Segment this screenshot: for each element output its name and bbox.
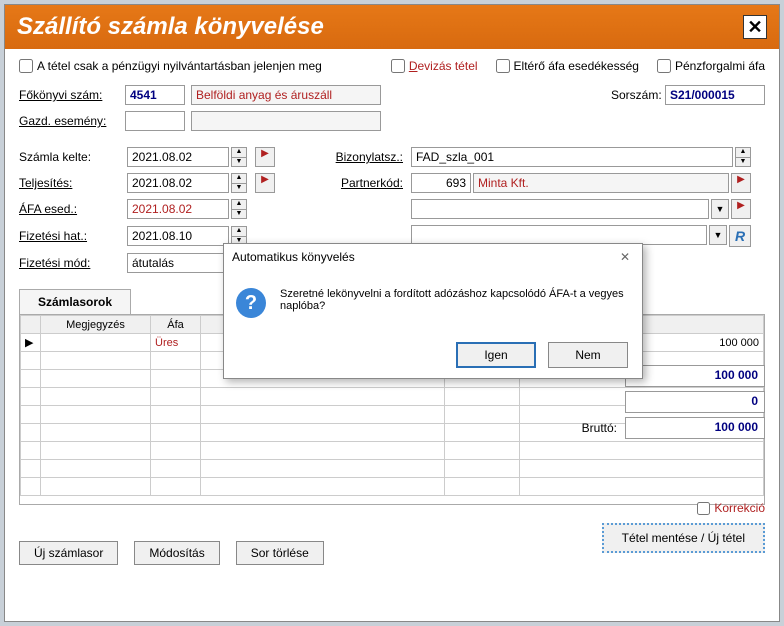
fizetesi-hat-label: Fizetési hat.: [19, 229, 119, 243]
dialog-yes-button[interactable]: Igen [456, 342, 536, 368]
check-penzforgalmi-label[interactable]: Pénzforgalmi áfa [657, 59, 765, 73]
delete-line-button[interactable]: Sor törlése [236, 541, 324, 565]
sorszam-input[interactable] [665, 85, 765, 105]
checkbox-row: A tétel csak a pénzügyi nyilvántartásban… [19, 59, 765, 73]
dialog-no-button[interactable]: Nem [548, 342, 628, 368]
new-line-button[interactable]: Új számlasor [19, 541, 118, 565]
tab-szamlasorok[interactable]: Számlasorok [19, 289, 131, 314]
check-only-finance[interactable] [19, 59, 33, 73]
korrekcio-checkbox[interactable] [697, 502, 710, 515]
col-afa: Áfa [151, 316, 201, 334]
bizonylatsz-input[interactable] [411, 147, 733, 167]
date-play-button-2[interactable]: ▶ [255, 173, 275, 193]
afa-esed-label: ÁFA esed.: [19, 202, 119, 216]
date-play-button[interactable]: ▶ [255, 147, 275, 167]
modify-button[interactable]: Módosítás [134, 541, 219, 565]
dialog-title-text: Automatikus könyvelés [232, 250, 355, 268]
fokonvyi-desc [191, 85, 381, 105]
check-eltero-afa[interactable] [496, 59, 510, 73]
main-window: Szállító számla könyvelése ✕ A tétel csa… [4, 4, 780, 622]
spinner-icon[interactable]: ▲▼ [231, 173, 247, 193]
total-afa: 0 [625, 391, 765, 413]
gazd-input[interactable] [125, 111, 185, 131]
spinner-icon[interactable]: ▲▼ [231, 147, 247, 167]
check-devizas-label[interactable]: Devizás tétel [391, 59, 478, 73]
szamla-kelte-input[interactable] [127, 147, 229, 167]
korrekcio-check[interactable]: Korrekció [697, 501, 765, 515]
afa-esed-input[interactable] [127, 199, 229, 219]
dropdown-arrow-icon[interactable]: ▼ [709, 225, 727, 245]
check-only-finance-text: A tétel csak a pénzügyi nyilvántartásban… [37, 59, 322, 73]
teljesites-label: Teljesítés: [19, 176, 119, 190]
gazd-desc [191, 111, 381, 131]
munkaszam-input[interactable] [411, 199, 709, 219]
check-only-finance-label[interactable]: A tétel csak a pénzügyi nyilvántartásban… [19, 59, 322, 73]
partner-play-button[interactable]: ▶ [731, 173, 751, 193]
top-rows: Főkönyvi szám: Gazd. esemény: Sorszám: [19, 85, 765, 137]
spinner-icon[interactable]: ▲▼ [231, 199, 247, 219]
total-netto: 100 000 [625, 365, 765, 387]
gazd-label: Gazd. esemény: [19, 114, 119, 128]
partnerkod-input[interactable] [411, 173, 471, 193]
confirm-dialog: Automatikus könyvelés ✕ ? Szeretné lekön… [223, 243, 643, 379]
fizetesi-mod-label: Fizetési mód: [19, 256, 119, 270]
szamla-kelte-label: Számla kelte: [19, 150, 119, 164]
r-icon-button[interactable]: R [729, 225, 751, 247]
check-eltero-afa-text: Eltérő áfa esedékesség [514, 59, 639, 73]
check-penzforgalmi[interactable] [657, 59, 671, 73]
fokonvyi-label: Főkönyvi szám: [19, 88, 119, 102]
fokonvyi-input[interactable] [125, 85, 185, 105]
teljesites-input[interactable] [127, 173, 229, 193]
check-penzforgalmi-text: Pénzforgalmi áfa [675, 59, 765, 73]
dialog-titlebar: Automatikus könyvelés ✕ [224, 244, 642, 274]
sorszam-label: Sorszám: [611, 88, 662, 102]
brutto-label: Bruttó: [582, 421, 617, 435]
col-megjegyzes: Megjegyzés [41, 316, 151, 334]
fizetesi-hat-input[interactable] [127, 226, 229, 246]
dialog-close-button[interactable]: ✕ [616, 250, 634, 268]
title-bar: Szállító számla könyvelése ✕ [5, 5, 779, 49]
bizonylatsz-label: Bizonylatsz.: [303, 150, 403, 164]
check-devizas-text: Devizás tétel [409, 59, 478, 73]
check-eltero-afa-label[interactable]: Eltérő áfa esedékesség [496, 59, 639, 73]
row-afa-cell: Üres [151, 334, 201, 352]
korrekcio-label: Korrekció [714, 501, 765, 515]
save-button[interactable]: Tétel mentése / Új tétel [602, 523, 765, 553]
question-icon: ? [236, 288, 266, 318]
check-devizas[interactable] [391, 59, 405, 73]
window-title: Szállító számla könyvelése [17, 13, 324, 41]
close-button[interactable]: ✕ [743, 15, 767, 39]
field-play-button[interactable]: ▶ [731, 199, 751, 219]
spinner-icon[interactable]: ▲▼ [735, 147, 751, 167]
total-brutto: 100 000 [625, 417, 765, 439]
partner-name [473, 173, 729, 193]
dropdown-arrow-icon[interactable]: ▼ [711, 199, 729, 219]
dialog-message: Szeretné lekönyvelni a fordított adózásh… [280, 288, 630, 318]
extra-field-input[interactable] [411, 225, 707, 245]
partnerkod-label: Partnerkód: [303, 176, 403, 190]
